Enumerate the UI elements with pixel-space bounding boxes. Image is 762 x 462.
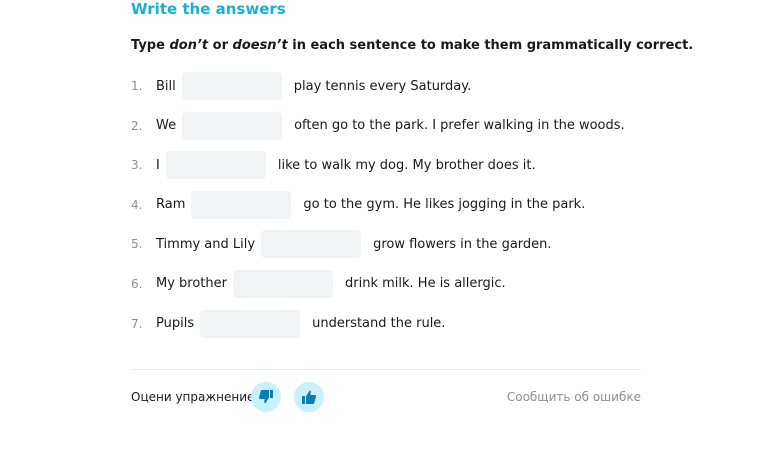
exercise-row-5: 5. Timmy and Lily grow flowers in the ga… [131,230,651,259]
exercise-row-6: 6. My brother drink milk. He is allergic… [131,269,651,298]
item-subject: My brother [156,276,227,292]
item-number: 7. [131,316,143,331]
item-rest: often go to the park. I prefer walking i… [294,118,625,134]
rate-exercise-label: Оцени упражнение [131,390,255,404]
item-subject: I [156,157,160,173]
thumbs-down-icon [258,389,274,405]
instruction-text: Type don’t or doesn’t in each sentence t… [131,38,693,54]
item-number: 6. [131,276,143,291]
exercise-page: Write the answers Type don’t or doesn’t … [0,0,762,462]
item-rest: understand the rule. [312,316,446,332]
item-subject: Bill [156,78,176,94]
instruction-word-doesnt: doesn’t [232,38,288,53]
answer-input-6[interactable] [233,269,333,298]
item-rest: grow flowers in the garden. [373,236,552,252]
item-rest: drink milk. He is allergic. [345,276,506,292]
answer-input-1[interactable] [181,72,282,100]
item-rest: go to the gym. He likes jogging in the p… [303,197,586,213]
instruction-prefix: Type [131,38,170,53]
item-subject: Ram [156,197,186,213]
item-subject: We [156,118,177,134]
dislike-button[interactable] [251,382,281,412]
exercise-row-7: 7. Pupils understand the rule. [131,309,651,338]
exercise-row-2: 2. We often go to the park. I prefer wal… [131,111,651,140]
item-subject: Pupils [156,316,195,332]
item-rest: play tennis every Saturday. [293,78,472,94]
thumbs-up-icon [301,389,317,405]
item-number: 1. [131,79,143,93]
like-button[interactable] [294,382,324,412]
exercise-row-1: 1. Bill play tennis every Saturday. [131,72,651,100]
exercise-list: 1. Bill play tennis every Saturday. 2. W… [131,72,651,349]
answer-input-5[interactable] [261,230,362,259]
exercise-row-3: 3. I like to walk my dog. My brother doe… [131,151,651,180]
report-error-link[interactable]: Сообщить об ошибке [507,389,641,405]
item-rest: like to walk my dog. My brother does it. [277,157,536,173]
instruction-suffix: in each sentence to make them grammatica… [287,38,694,53]
answer-input-2[interactable] [182,111,283,140]
item-number: 3. [131,158,143,173]
exercise-title: Write the answers [131,0,286,18]
answer-input-4[interactable] [191,190,292,219]
answer-input-7[interactable] [200,309,301,338]
answer-input-3[interactable] [165,151,266,180]
instruction-middle: or [208,38,233,53]
item-number: 2. [131,118,143,133]
exercise-row-4: 4. Ram go to the gym. He likes jogging i… [131,190,651,219]
footer-divider [131,369,641,370]
item-number: 4. [131,197,143,212]
instruction-word-dont: don’t [169,38,209,53]
item-subject: Timmy and Lily [156,236,256,252]
item-number: 5. [131,237,143,252]
